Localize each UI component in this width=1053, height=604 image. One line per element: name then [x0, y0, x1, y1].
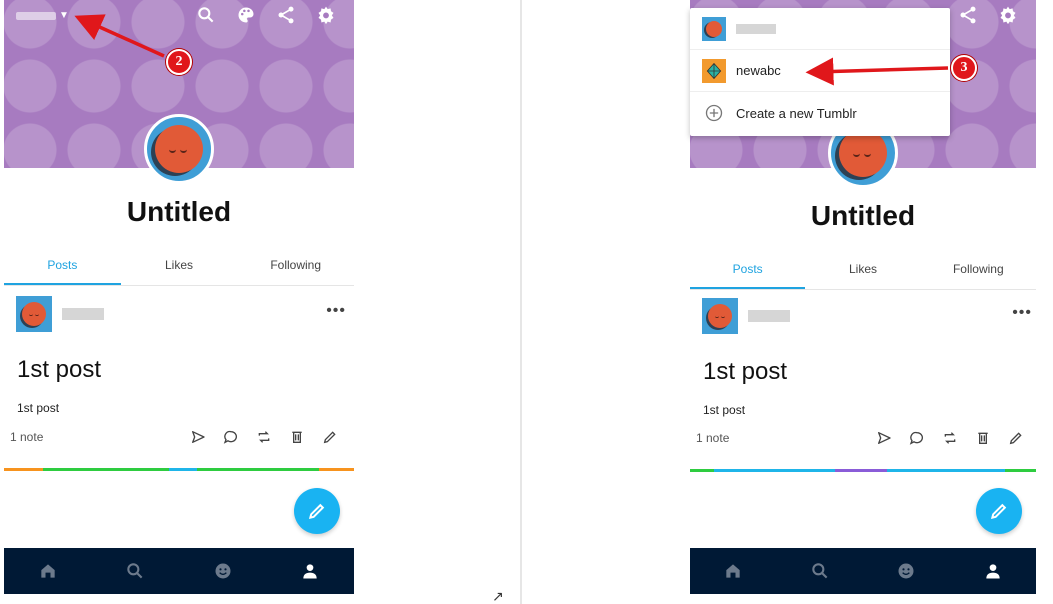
- blurred-blog-name: [736, 23, 776, 34]
- more-options-icon[interactable]: •••: [326, 302, 346, 320]
- blog-avatar-icon: [702, 16, 726, 41]
- caret-down-icon: ▼: [59, 10, 69, 21]
- trash-icon[interactable]: [280, 427, 313, 447]
- stripe-segment: [168, 468, 197, 471]
- post-avatar[interactable]: [16, 296, 52, 332]
- share-icon[interactable]: [948, 4, 988, 26]
- left-phone-screen: ▼ Untitled Posts Likes Following ••• 1st…: [4, 0, 354, 594]
- account-icon[interactable]: [267, 548, 355, 594]
- send-icon[interactable]: [181, 427, 214, 447]
- blog-switcher[interactable]: ▼: [16, 10, 69, 21]
- avatar-face-icon: [22, 302, 46, 326]
- compose-button[interactable]: [976, 488, 1022, 534]
- send-icon[interactable]: [867, 428, 900, 448]
- stripe-segment: [42, 468, 102, 471]
- search-icon[interactable]: [186, 4, 226, 26]
- stripe-segment: [835, 469, 888, 472]
- messages-icon[interactable]: [179, 548, 267, 594]
- blog-title: Untitled: [126, 196, 232, 227]
- post-footer: 1 note: [10, 427, 346, 449]
- menu-item-create-blog[interactable]: Create a new Tumblr: [690, 92, 950, 134]
- blurred-username: [62, 308, 104, 320]
- tab-posts[interactable]: Posts: [4, 250, 121, 285]
- post-title: 1st post: [17, 356, 102, 383]
- post-footer: 1 note: [696, 428, 1032, 450]
- panel-divider: [520, 0, 522, 604]
- blurred-username: [748, 310, 790, 322]
- stripe-segment: [1004, 469, 1036, 472]
- post-header: •••: [702, 298, 1032, 334]
- pencil-icon: [308, 503, 325, 520]
- explore-icon[interactable]: [777, 548, 864, 594]
- post-actions: [181, 427, 346, 447]
- account-icon[interactable]: [950, 548, 1037, 594]
- avatar-face-icon: [155, 125, 203, 173]
- trash-icon[interactable]: [966, 428, 999, 448]
- stripe-segment: [102, 468, 169, 471]
- profile-tabs: Posts Likes Following: [4, 250, 354, 286]
- edit-icon[interactable]: [313, 427, 346, 447]
- blog-avatar-icon: [702, 58, 726, 83]
- menu-item-label: Create a new Tumblr: [736, 105, 857, 121]
- notes-count[interactable]: 1 note: [10, 430, 43, 444]
- stripe-segment: [714, 469, 780, 472]
- stripe-segment: [319, 468, 354, 471]
- pencil-icon: [990, 503, 1007, 520]
- explore-icon[interactable]: [92, 548, 180, 594]
- stripe-segment: [690, 469, 715, 472]
- home-icon[interactable]: [4, 548, 92, 594]
- cursor-glyph: ↗: [492, 588, 504, 604]
- home-icon[interactable]: [690, 548, 777, 594]
- post-header: •••: [16, 296, 346, 332]
- tab-following[interactable]: Following: [237, 250, 354, 285]
- blurred-blog-name: [16, 11, 56, 20]
- header-actions: [948, 4, 1028, 26]
- more-options-icon[interactable]: •••: [1012, 304, 1032, 322]
- bottom-navigation: [4, 548, 354, 594]
- step-2-badge: 2: [166, 49, 192, 75]
- tab-likes[interactable]: Likes: [805, 254, 920, 289]
- bottom-navigation: [690, 548, 1036, 594]
- tab-following[interactable]: Following: [921, 254, 1036, 289]
- stripe-segment: [4, 468, 43, 471]
- header-actions: [186, 4, 346, 26]
- post-body: 1st post: [703, 403, 746, 417]
- post-actions: [867, 428, 1032, 448]
- notes-count[interactable]: 1 note: [696, 431, 729, 445]
- stripe-segment: [887, 469, 1005, 472]
- blog-title: Untitled: [810, 200, 916, 231]
- tab-likes[interactable]: Likes: [121, 250, 238, 285]
- menu-item-newabc[interactable]: newabc: [690, 50, 950, 92]
- stripe-segment: [779, 469, 836, 472]
- blog-switcher-menu: newabc Create a new Tumblr: [690, 8, 950, 136]
- plus-circle-icon: [702, 101, 726, 125]
- avatar-face-icon: [708, 304, 732, 328]
- avatar-face-icon: [839, 129, 887, 177]
- step-3-badge: 3: [951, 55, 977, 81]
- screenshot-stage: ▼ Untitled Posts Likes Following ••• 1st…: [0, 0, 1053, 604]
- reblog-icon[interactable]: [933, 428, 966, 448]
- post-body: 1st post: [17, 401, 60, 415]
- post-avatar[interactable]: [702, 298, 738, 334]
- post-title: 1st post: [703, 358, 788, 385]
- comment-icon[interactable]: [214, 427, 247, 447]
- share-icon[interactable]: [266, 4, 306, 26]
- post-color-stripe: [4, 468, 354, 471]
- gear-icon[interactable]: [306, 4, 346, 26]
- gear-icon[interactable]: [988, 4, 1028, 26]
- edit-icon[interactable]: [999, 428, 1032, 448]
- menu-item-current-blog[interactable]: [690, 8, 950, 50]
- profile-tabs: Posts Likes Following: [690, 254, 1036, 290]
- compose-button[interactable]: [294, 488, 340, 534]
- menu-item-label: newabc: [736, 63, 781, 78]
- tab-posts[interactable]: Posts: [690, 254, 806, 289]
- post-color-stripe: [690, 469, 1036, 472]
- blog-avatar[interactable]: [144, 114, 214, 184]
- palette-icon[interactable]: [226, 4, 266, 26]
- reblog-icon[interactable]: [247, 427, 280, 447]
- stripe-segment: [196, 468, 319, 471]
- messages-icon[interactable]: [863, 548, 950, 594]
- comment-icon[interactable]: [900, 428, 933, 448]
